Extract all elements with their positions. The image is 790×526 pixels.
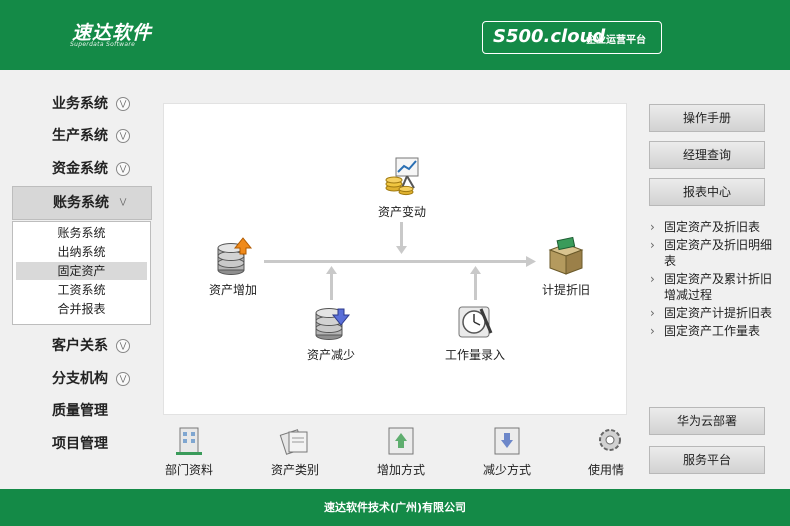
chevron-right-icon: › (650, 220, 655, 234)
dock-item-label: 部门资料 (164, 463, 213, 477)
reduce-document-icon (494, 427, 520, 455)
chevron-down-icon: ⋁ (116, 97, 130, 111)
chevron-right-icon: › (650, 324, 655, 338)
nav-item-label: 资金系统 (52, 161, 108, 177)
submenu-item-accounting[interactable]: 账务系统 (16, 224, 147, 242)
submenu-item-fixed-assets[interactable]: 固定资产 (16, 262, 147, 280)
flow-node-asset-change[interactable]: 资产变动 (372, 154, 432, 220)
nav-item-business[interactable]: 业务系统 ⋁ (12, 88, 150, 120)
chevron-down-icon: ⋁ (116, 372, 130, 386)
arrow-up-icon (470, 266, 481, 274)
brand-tagline: 企业运营平台 (586, 35, 646, 46)
report-link-label: 固定资产及折旧表 (664, 220, 761, 234)
chevron-down-icon: ⋁ (116, 129, 130, 143)
nav-item-label: 账务系统 (53, 195, 109, 211)
nav-item-label: 项目管理 (52, 436, 108, 452)
dock-item-usage[interactable]: 使用情 (584, 424, 626, 478)
brand-badge: S500.cloud 企业运营平台 (482, 21, 662, 54)
dock-item-departments[interactable]: 部门资料 (160, 424, 218, 478)
submenu-item-payroll[interactable]: 工资系统 (16, 281, 147, 299)
chevron-down-icon: ⋁ (119, 197, 127, 206)
flow-node-workload[interactable]: 工作量录入 (436, 303, 514, 363)
nav-item-production[interactable]: 生产系统 ⋁ (12, 120, 150, 152)
service-platform-button[interactable]: 服务平台 (649, 446, 765, 474)
clock-panel-icon (458, 306, 493, 338)
dock-item-label: 资产类别 (270, 463, 319, 477)
dock-item-add-method[interactable]: 增加方式 (372, 424, 430, 478)
nav-item-accounting[interactable]: 账务系统 ⋁ (12, 186, 152, 220)
accounting-submenu: 账务系统 出纳系统 固定资产 工资系统 合并报表 (12, 221, 151, 325)
report-link[interactable]: › 固定资产及累计折旧增减过程 (650, 271, 780, 303)
flow-panel: 资产变动 资产增加 计提折旧 资产减少 工作量录入 (163, 103, 627, 415)
flow-node-asset-reduce[interactable]: 资产减少 (296, 303, 366, 363)
header-bar: 速达软件 Superdata Software S500.cloud 企业运营平… (0, 0, 790, 70)
chevron-down-icon: ⋁ (116, 162, 130, 176)
report-center-button[interactable]: 报表中心 (649, 178, 765, 206)
database-add-icon (217, 237, 253, 275)
arrow-down-icon (396, 246, 407, 254)
arrow-up-icon (326, 266, 337, 274)
nav-item-label: 客户关系 (52, 338, 108, 354)
report-link[interactable]: › 固定资产及折旧明细表 (650, 237, 780, 269)
manual-button[interactable]: 操作手册 (649, 104, 765, 132)
building-icon (176, 427, 202, 455)
nav-item-label: 生产系统 (52, 128, 108, 144)
add-document-icon (388, 427, 414, 455)
nav-item-crm[interactable]: 客户关系 ⋁ (12, 330, 150, 362)
gear-icon (599, 429, 621, 451)
chevron-right-icon: › (650, 238, 655, 252)
report-link-label: 固定资产及累计折旧增减过程 (664, 272, 773, 302)
database-remove-icon (315, 308, 351, 340)
nav-item-quality[interactable]: 质量管理 (12, 395, 150, 427)
flow-node-depreciation[interactable]: 计提折旧 (536, 236, 596, 298)
chevron-right-icon: › (650, 272, 655, 286)
box-icon (548, 236, 584, 275)
flow-node-label: 资产增加 (208, 283, 257, 297)
nav-item-projects[interactable]: 项目管理 (12, 428, 150, 460)
flow-node-label: 工作量录入 (444, 348, 505, 362)
files-icon (279, 429, 308, 455)
arrow-right-icon (526, 256, 536, 267)
report-list: › 固定资产及折旧表 › 固定资产及折旧明细表 › 固定资产及累计折旧增减过程 › 固定… (650, 219, 780, 341)
nav-item-branches[interactable]: 分支机构 ⋁ (12, 363, 150, 395)
nav-item-label: 分支机构 (52, 371, 108, 387)
dock-item-label: 增加方式 (376, 463, 425, 477)
report-link-label: 固定资产计提折旧表 (664, 306, 773, 320)
flow-node-label: 计提折旧 (541, 283, 590, 297)
chevron-right-icon: › (650, 306, 655, 320)
report-link[interactable]: › 固定资产及折旧表 (650, 219, 780, 235)
nav-item-label: 质量管理 (52, 403, 108, 419)
manager-query-button[interactable]: 经理查询 (649, 141, 765, 169)
nav-item-label: 业务系统 (52, 96, 108, 112)
flow-node-label: 资产变动 (377, 205, 426, 219)
flow-node-label: 资产减少 (306, 348, 355, 362)
dock-item-label: 使用情 (588, 463, 625, 477)
report-link-label: 固定资产工作量表 (664, 324, 761, 338)
report-link-label: 固定资产及折旧明细表 (664, 238, 773, 268)
huawei-cloud-button[interactable]: 华为云部署 (649, 407, 765, 435)
flow-node-asset-add[interactable]: 资产增加 (198, 236, 268, 298)
chart-board-icon (385, 157, 419, 196)
dock-item-asset-category[interactable]: 资产类别 (266, 424, 324, 478)
nav-item-funds[interactable]: 资金系统 ⋁ (12, 153, 150, 185)
submenu-item-cashier[interactable]: 出纳系统 (16, 243, 147, 261)
report-link[interactable]: › 固定资产工作量表 (650, 323, 780, 339)
footer-company: 速达软件技术(广州)有限公司 (0, 489, 790, 526)
dock-item-label: 减少方式 (482, 463, 531, 477)
report-link[interactable]: › 固定资产计提折旧表 (650, 305, 780, 321)
dock-item-reduce-method[interactable]: 减少方式 (478, 424, 536, 478)
submenu-item-consolidated[interactable]: 合并报表 (16, 300, 147, 318)
logo-subtext: Superdata Software (70, 41, 136, 48)
chevron-down-icon: ⋁ (116, 339, 130, 353)
